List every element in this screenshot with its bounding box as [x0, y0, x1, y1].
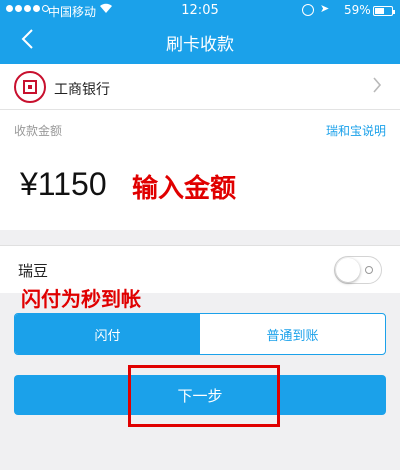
amount-label: 收款金额 — [14, 124, 63, 138]
location-icon: ➤ — [320, 2, 330, 15]
status-bar: 中国移动 12:05 ➤ 59% — [0, 0, 400, 22]
tab-instant[interactable]: 闪付 — [15, 314, 200, 354]
tab-standard[interactable]: 普通到账 — [200, 314, 385, 354]
icbc-logo — [14, 71, 46, 103]
chevron-right-icon — [372, 75, 382, 99]
toggle-off-icon — [365, 266, 373, 274]
rotation-lock-icon — [302, 4, 314, 16]
bean-toggle[interactable] — [334, 256, 382, 284]
highlight-annotation-box — [128, 365, 280, 427]
battery-icon — [373, 6, 395, 16]
page-title: 刷卡收款 — [166, 35, 234, 55]
bank-selector[interactable]: 工商银行 — [0, 64, 400, 110]
help-link[interactable]: 瑞和宝说明 — [326, 122, 386, 139]
amount-input[interactable]: ¥1150 — [20, 166, 107, 203]
bank-name: 工商银行 — [54, 82, 110, 98]
instant-annotation: 闪付为秒到帐 — [21, 287, 141, 311]
battery-percentage: 59% — [344, 3, 371, 17]
amount-card: 收款金额 瑞和宝说明 ¥1150 输入金额 — [0, 110, 400, 230]
bean-label: 瑞豆 — [18, 262, 49, 280]
clock: 12:05 — [181, 3, 219, 18]
settlement-selector: 闪付 普通到账 — [14, 313, 386, 355]
toggle-knob — [336, 258, 360, 282]
app-header: 中国移动 12:05 ➤ 59% 刷卡收款 — [0, 0, 400, 64]
amount-annotation: 输入金额 — [132, 174, 237, 204]
